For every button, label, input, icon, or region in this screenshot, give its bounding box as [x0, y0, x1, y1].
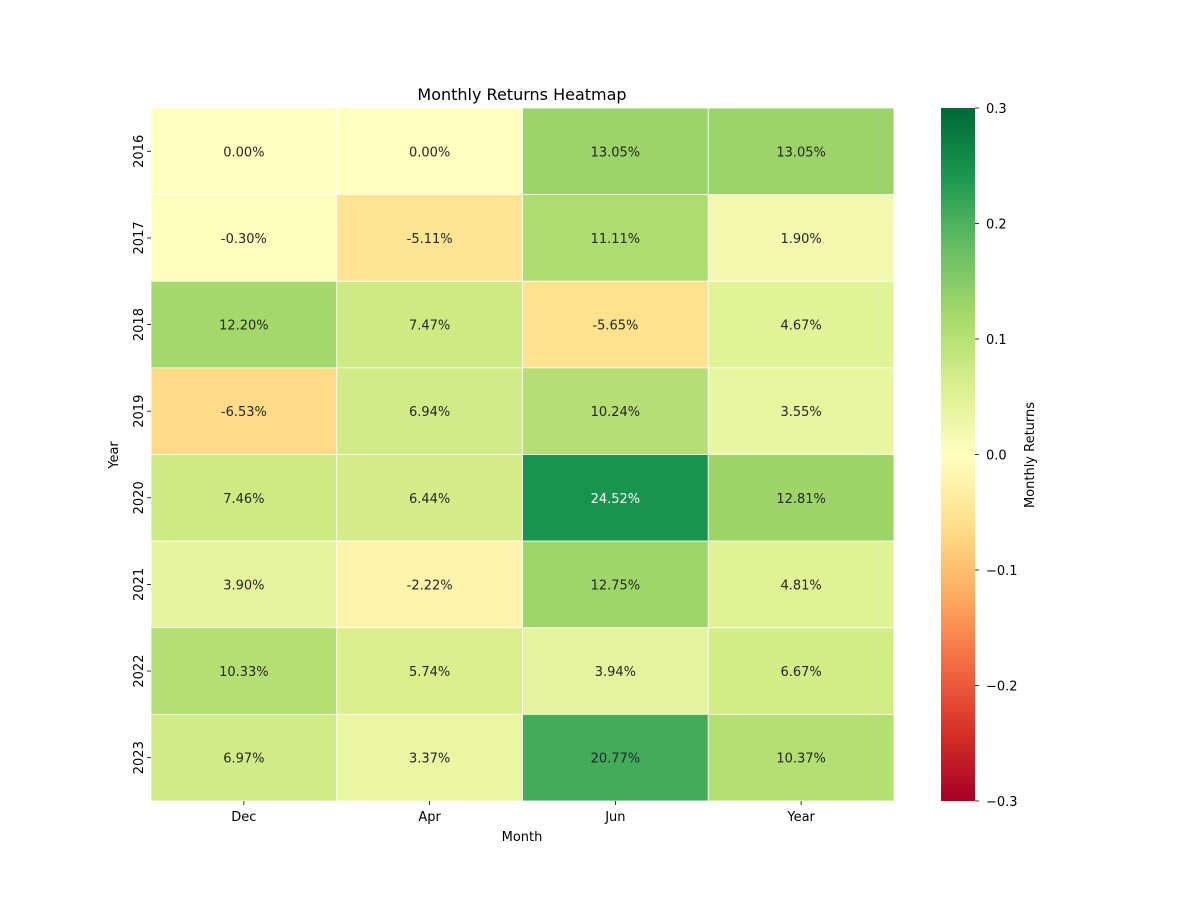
y-tick-label: 2016 [132, 135, 147, 168]
chart-title: Monthly Returns Heatmap [417, 85, 626, 104]
colorbar-ticks: 0.3 0.2 0.1 0.0 −0.1 −0.2 −0.3 [975, 102, 1018, 810]
cell-annotation: -0.30% [221, 232, 267, 247]
cell-annotation: -2.22% [407, 578, 453, 593]
cell-annotation: 20.77% [591, 752, 641, 767]
cell-annotation: 13.05% [591, 145, 641, 160]
y-tick-label: 2023 [132, 741, 147, 774]
y-tick-label: 2022 [132, 655, 147, 688]
cell-annotation: 6.67% [780, 665, 821, 680]
colorbar: 0.3 0.2 0.1 0.0 −0.1 −0.2 −0.3 Monthly Returns [941, 102, 1038, 810]
cell-annotation: 0.00% [223, 145, 264, 160]
cell-annotation: 11.11% [591, 232, 641, 247]
colorbar-tick-label: 0.3 [986, 102, 1007, 117]
cell-annotation: 10.33% [219, 665, 269, 680]
colorbar-gradient [941, 108, 975, 801]
cell-annotation: 3.90% [223, 578, 264, 593]
y-axis-ticks: 2016 2017 2018 2019 2020 2021 2022 2023 [132, 135, 151, 774]
cell-annotation: 24.52% [591, 492, 641, 507]
cell-annotation: 4.67% [780, 319, 821, 334]
cell-annotation: 1.90% [780, 232, 821, 247]
cell-annotation: -6.53% [221, 405, 267, 420]
cell-annotation: 3.37% [409, 752, 450, 767]
colorbar-tick-label: −0.2 [986, 680, 1018, 695]
cell-annotation: 3.55% [780, 405, 821, 420]
cell-annotation: 0.00% [409, 145, 450, 160]
colorbar-label: Monthly Returns [1023, 402, 1038, 508]
colorbar-tick-label: −0.3 [986, 795, 1018, 810]
y-tick-label: 2020 [132, 481, 147, 514]
cell-annotation: 13.05% [776, 145, 826, 160]
y-tick-label: 2017 [132, 221, 147, 254]
x-tick-label: Year [786, 810, 815, 825]
cell-annotation: 10.37% [776, 752, 826, 767]
colorbar-tick-label: 0.1 [986, 333, 1007, 348]
cell-annotation: 12.20% [219, 319, 269, 334]
cell-annotation: 6.44% [409, 492, 450, 507]
cell-annotation: 7.47% [409, 319, 450, 334]
x-axis-label: Month [502, 830, 543, 845]
y-axis-label: Year [107, 441, 122, 470]
cell-annotation: 5.74% [409, 665, 450, 680]
heatmap-chart: Monthly Returns Heatmap 0.00% 0.00% 13.05%… [107, 85, 1038, 845]
cell-annotation: 4.81% [780, 578, 821, 593]
colorbar-tick-label: 0.0 [986, 449, 1007, 464]
cell-annotation: -5.11% [407, 232, 453, 247]
colorbar-tick-label: 0.2 [986, 218, 1007, 233]
x-tick-label: Apr [418, 810, 441, 825]
colorbar-tick-label: −0.1 [986, 564, 1018, 579]
cell-annotation: 3.94% [595, 665, 636, 680]
y-tick-label: 2018 [132, 308, 147, 341]
cell-annotation: 12.75% [591, 578, 641, 593]
cell-annotation: 7.46% [223, 492, 264, 507]
cell-annotation: 6.97% [223, 752, 264, 767]
x-tick-label: Jun [604, 810, 625, 825]
cell-annotation: 10.24% [591, 405, 641, 420]
cell-annotation: 6.94% [409, 405, 450, 420]
x-tick-label: Dec [231, 810, 256, 825]
cell-annotation: 12.81% [776, 492, 826, 507]
cell-annotation: -5.65% [592, 319, 638, 334]
y-tick-label: 2021 [132, 568, 147, 601]
y-tick-label: 2019 [132, 395, 147, 428]
heatmap-cells: 0.00% 0.00% 13.05% 13.05% -0.30% -5.11% 11.11%… [150, 107, 895, 802]
x-axis-ticks: Dec Apr Jun Year [231, 801, 816, 825]
